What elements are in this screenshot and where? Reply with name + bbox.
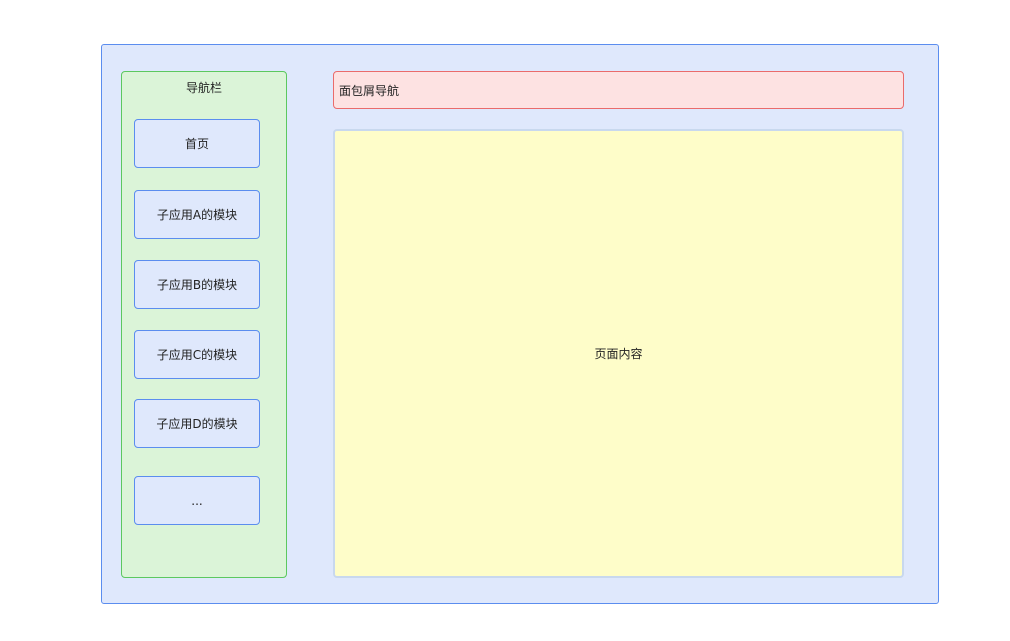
nav-item-home[interactable]: 首页 — [134, 119, 260, 168]
nav-item-app-d[interactable]: 子应用D的模块 — [134, 399, 260, 448]
nav-item-app-a[interactable]: 子应用A的模块 — [134, 190, 260, 239]
nav-item-more[interactable]: ... — [134, 476, 260, 525]
page-content-area: 页面内容 — [333, 129, 904, 578]
nav-item-app-b[interactable]: 子应用B的模块 — [134, 260, 260, 309]
navigation-panel: 导航栏 首页 子应用A的模块 子应用B的模块 子应用C的模块 子应用D的模块 .… — [121, 71, 287, 578]
breadcrumb[interactable]: 面包屑导航 — [333, 71, 904, 109]
nav-item-app-c[interactable]: 子应用C的模块 — [134, 330, 260, 379]
page-content-label: 页面内容 — [594, 347, 643, 361]
breadcrumb-label: 面包屑导航 — [339, 83, 400, 98]
navigation-title: 导航栏 — [185, 81, 222, 95]
